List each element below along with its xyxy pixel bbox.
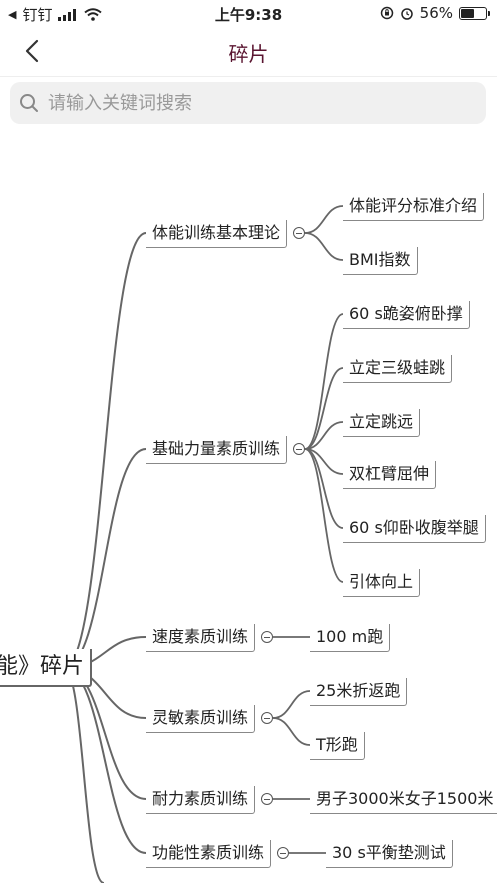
collapse-icon[interactable] [261, 793, 273, 805]
leaf-node[interactable]: 男子3000米女子1500米 [310, 786, 497, 814]
collapse-icon[interactable] [293, 443, 305, 455]
connector-line [304, 448, 344, 583]
leaf-node[interactable]: 25米折返跑 [310, 678, 408, 706]
connector-line [63, 667, 147, 800]
status-bar: ◀ 钉钉 上午9:38 56% [0, 0, 497, 26]
nav-bar: 碎片 [0, 26, 497, 77]
orientation-lock-icon [380, 6, 393, 20]
collapse-icon[interactable] [261, 631, 273, 643]
collapse-icon[interactable] [293, 227, 305, 239]
battery-icon [459, 6, 490, 20]
leaf-node[interactable]: T形跑 [310, 732, 365, 760]
connector-line [272, 690, 311, 719]
connector-line [63, 448, 147, 669]
mindmap-canvas[interactable]: 能》碎片 体能训练基本理论 体能评分标准介绍 BMI指数 基础力量素质训练 60… [0, 140, 497, 883]
leaf-node[interactable]: 立定三级蛙跳 [343, 355, 453, 383]
leaf-node[interactable]: 60 s仰卧收腹举腿 [343, 515, 486, 543]
connector-line [304, 313, 344, 450]
search-icon [20, 94, 38, 112]
connector-line [63, 667, 147, 854]
leaf-node[interactable]: 60 s跪姿俯卧撑 [343, 301, 470, 329]
alarm-icon [400, 8, 413, 20]
mindmap-root-node[interactable]: 能》碎片 [0, 649, 93, 687]
leaf-node[interactable]: 立定跳远 [343, 409, 421, 437]
mindmap-edges [63, 205, 344, 883]
leaf-node[interactable]: BMI指数 [343, 247, 418, 275]
search-input[interactable] [46, 91, 470, 115]
branch-node-agility[interactable]: 灵敏素质训练 [146, 705, 256, 733]
search-bar[interactable] [10, 82, 486, 124]
branch-node-theory[interactable]: 体能训练基本理论 [146, 220, 288, 248]
connector-line [304, 205, 344, 234]
connector-line [63, 232, 147, 669]
leaf-node[interactable]: 100 m跑 [310, 624, 391, 652]
connector-line [63, 667, 105, 883]
battery-percent: 56% [419, 4, 453, 22]
page-title: 碎片 [228, 42, 269, 66]
connector-line [272, 717, 311, 746]
leaf-node[interactable]: 引体向上 [343, 569, 421, 597]
branch-node-strength[interactable]: 基础力量素质训练 [146, 436, 288, 464]
branch-node-speed[interactable]: 速度素质训练 [146, 624, 256, 652]
connector-line [304, 232, 344, 261]
collapse-icon[interactable] [277, 847, 289, 859]
branch-node-endurance[interactable]: 耐力素质训练 [146, 786, 256, 814]
status-right: 56% [380, 4, 490, 22]
leaf-node[interactable]: 30 s平衡垫测试 [326, 840, 453, 868]
branch-node-functional[interactable]: 功能性素质训练 [146, 840, 272, 868]
collapse-icon[interactable] [261, 712, 273, 724]
leaf-node[interactable]: 体能评分标准介绍 [343, 193, 485, 221]
leaf-node[interactable]: 双杠臂屈伸 [343, 461, 437, 489]
